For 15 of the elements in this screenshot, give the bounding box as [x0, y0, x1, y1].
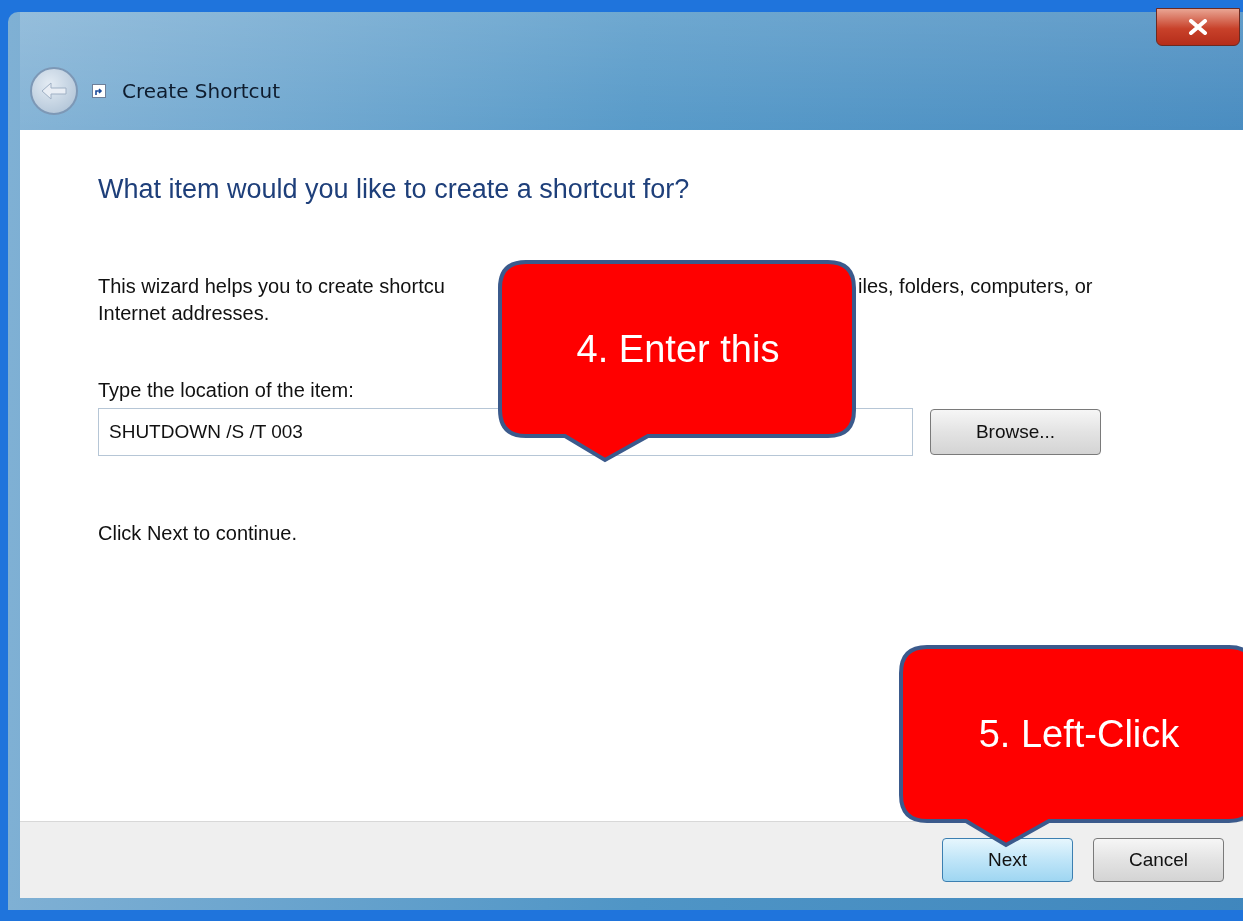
- description-text: This wizard helps you to create shortcu: [98, 275, 446, 298]
- close-icon: [1187, 19, 1209, 35]
- hint-text: Click Next to continue.: [98, 522, 298, 545]
- cancel-button[interactable]: Cancel: [1093, 838, 1224, 882]
- next-button[interactable]: Next: [942, 838, 1073, 882]
- dialog-heading: What item would you like to create a shortcut for?: [98, 174, 691, 205]
- location-label: Type the location of the item:: [98, 379, 355, 402]
- window-title: Create Shortcut: [122, 79, 280, 103]
- browse-button[interactable]: Browse...: [930, 409, 1101, 455]
- close-button[interactable]: [1156, 8, 1240, 46]
- description-text: Internet addresses.: [98, 302, 271, 325]
- description-text: iles, folders, computers, or: [858, 275, 1094, 298]
- back-button[interactable]: [30, 67, 78, 115]
- back-arrow-icon: [40, 81, 68, 101]
- shortcut-icon: [92, 84, 106, 98]
